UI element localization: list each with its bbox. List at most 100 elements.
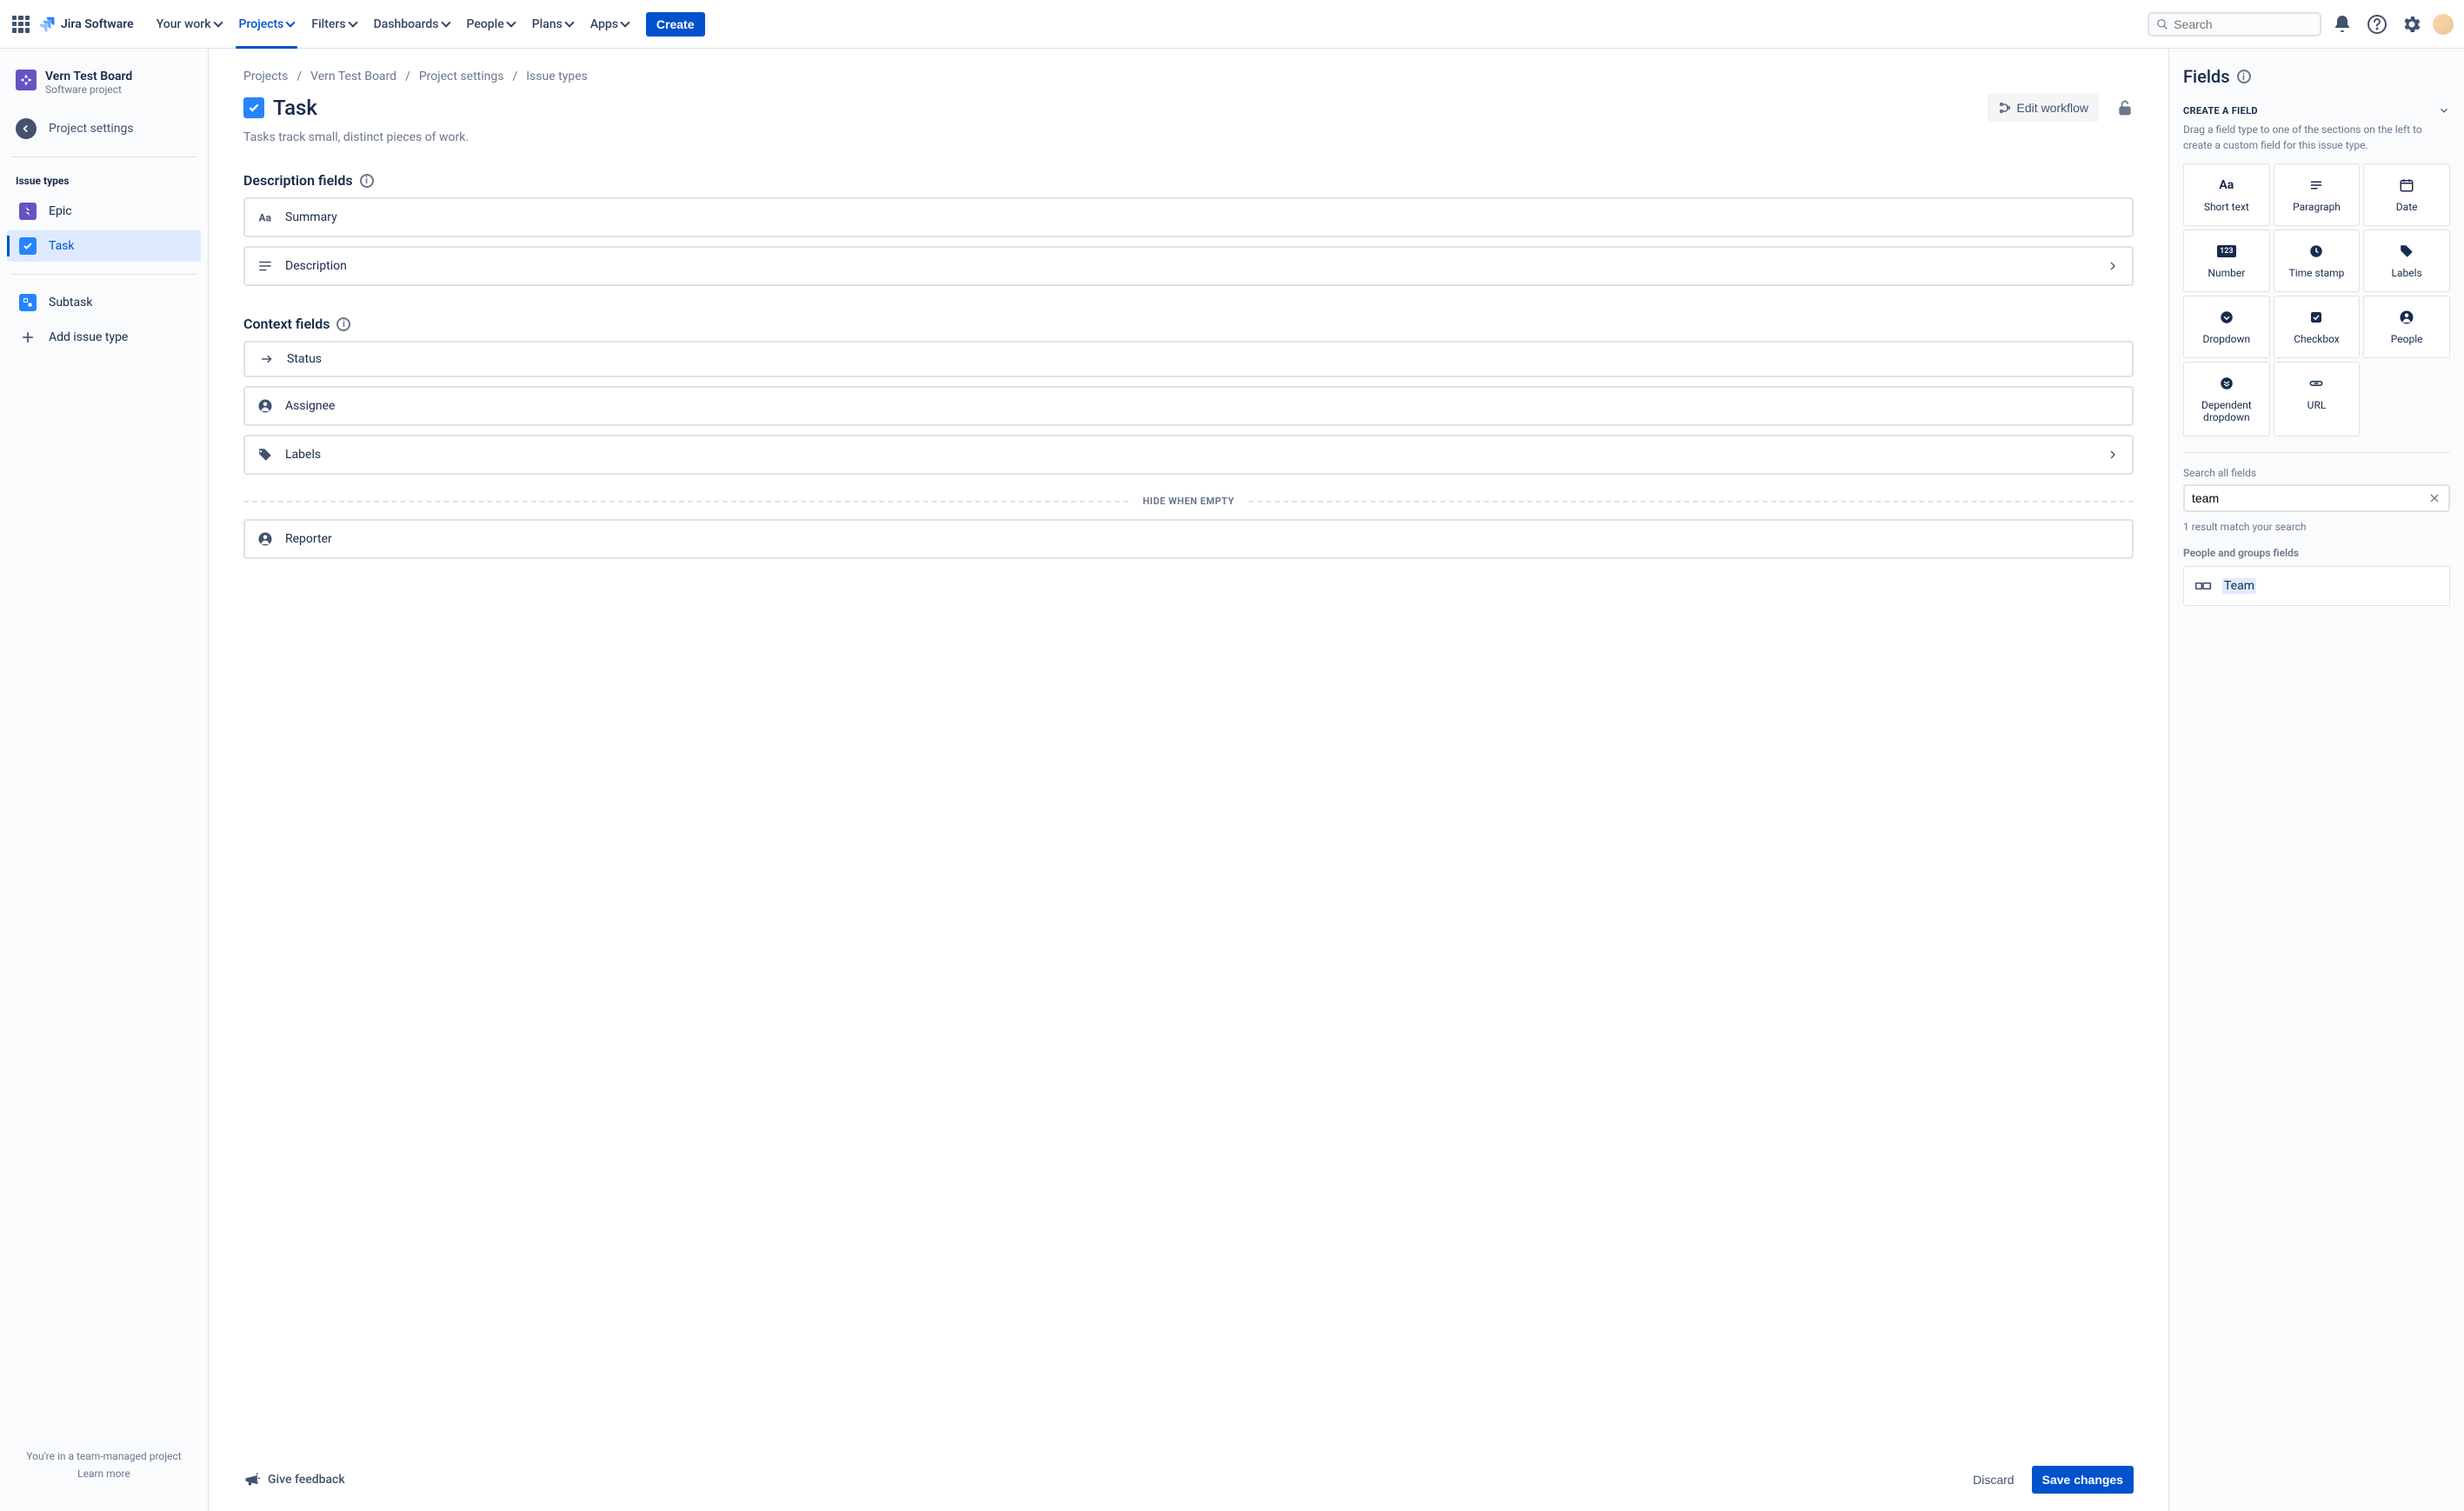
back-project-settings[interactable]: Project settings — [7, 111, 201, 146]
nav-your-work[interactable]: Your work — [150, 0, 229, 49]
nav-links: Your work Projects Filters Dashboards Pe… — [150, 0, 636, 49]
user-avatar[interactable] — [2433, 14, 2454, 35]
sidebar-divider — [10, 156, 197, 157]
sidebar-item-subtask[interactable]: Subtask — [7, 287, 201, 318]
breadcrumbs: Projects/ Vern Test Board/ Project setti… — [243, 70, 2134, 83]
chevron-right-icon — [2106, 259, 2120, 273]
breadcrumb-item[interactable]: Vern Test Board — [310, 70, 396, 83]
breadcrumb-item[interactable]: Projects — [243, 70, 288, 83]
global-search[interactable] — [2148, 12, 2321, 37]
nav-filters[interactable]: Filters — [304, 0, 363, 49]
info-icon[interactable]: i — [360, 174, 374, 188]
save-changes-button[interactable]: Save changes — [2032, 1466, 2134, 1494]
lock-icon[interactable] — [2116, 99, 2134, 116]
field-description[interactable]: Description — [243, 246, 2134, 286]
project-icon — [16, 70, 37, 90]
text-icon: Aa — [2218, 176, 2235, 194]
page-title: Task — [273, 96, 1979, 120]
svg-text:Aa: Aa — [259, 212, 272, 224]
create-field-heading: CREATE A FIELD — [2183, 105, 2258, 116]
field-type-short-text[interactable]: AaShort text — [2183, 163, 2270, 226]
field-type-labels[interactable]: Labels — [2363, 230, 2450, 292]
dependent-dropdown-icon — [2218, 375, 2235, 392]
info-icon[interactable]: i — [2237, 70, 2251, 83]
search-fields-input-wrapper[interactable] — [2183, 484, 2450, 512]
create-button[interactable]: Create — [646, 12, 705, 37]
discard-button[interactable]: Discard — [1962, 1466, 2024, 1494]
clear-icon[interactable] — [2427, 491, 2441, 505]
jira-logo[interactable]: Jira Software — [37, 14, 134, 35]
chevron-down-icon[interactable] — [2438, 104, 2450, 116]
workflow-icon — [1998, 101, 2012, 115]
chevron-down-icon — [286, 17, 296, 27]
edit-workflow-button[interactable]: Edit workflow — [1988, 94, 2099, 122]
give-feedback-button[interactable]: Give feedback — [243, 1471, 345, 1488]
create-field-hint: Drag a field type to one of the sections… — [2183, 122, 2450, 153]
field-type-checkbox[interactable]: Checkbox — [2274, 296, 2361, 358]
nav-people[interactable]: People — [460, 0, 522, 49]
field-assignee[interactable]: Assignee — [243, 386, 2134, 426]
megaphone-icon — [243, 1471, 261, 1488]
person-icon — [2398, 309, 2415, 326]
sidebar-item-task[interactable]: Task — [7, 230, 201, 262]
field-reporter[interactable]: Reporter — [243, 519, 2134, 559]
nav-projects[interactable]: Projects — [232, 0, 302, 49]
field-group-heading: People and groups fields — [2183, 547, 2450, 559]
panel-title: Fields — [2183, 66, 2230, 87]
breadcrumb-item[interactable]: Project settings — [419, 70, 504, 83]
app-switcher-icon[interactable] — [10, 14, 31, 35]
person-icon — [257, 531, 273, 547]
tag-icon — [257, 447, 273, 463]
field-summary[interactable]: Aa Summary — [243, 197, 2134, 237]
subtask-icon — [19, 294, 37, 311]
sidebar-add-issue-type[interactable]: Add issue type — [7, 322, 201, 353]
field-status[interactable]: Status — [243, 341, 2134, 377]
sidebar-item-epic[interactable]: Epic — [7, 196, 201, 227]
search-fields-label: Search all fields — [2183, 467, 2450, 479]
project-name: Vern Test Board — [45, 70, 132, 83]
help-icon[interactable] — [2363, 10, 2391, 38]
section-heading-description: Description fields — [243, 172, 353, 189]
nav-plans[interactable]: Plans — [525, 0, 580, 49]
fields-panel: Fields i CREATE A FIELD Drag a field typ… — [2168, 49, 2464, 1511]
chevron-down-icon — [506, 17, 516, 27]
field-labels[interactable]: Labels — [243, 435, 2134, 475]
search-icon — [2156, 17, 2168, 31]
field-type-people[interactable]: People — [2363, 296, 2450, 358]
field-icon — [2194, 577, 2212, 595]
sidebar-footer-hint: You're in a team-managed project — [17, 1450, 190, 1462]
tag-icon — [2398, 243, 2415, 260]
project-sidebar: Vern Test Board Software project Project… — [0, 49, 209, 1511]
settings-icon[interactable] — [2398, 10, 2426, 38]
search-fields-input[interactable] — [2192, 491, 2427, 505]
info-icon[interactable]: i — [336, 317, 350, 331]
field-type-url[interactable]: URL — [2274, 362, 2361, 436]
top-nav: Jira Software Your work Projects Filters… — [0, 0, 2464, 49]
panel-divider — [2183, 452, 2450, 453]
checkbox-icon — [2308, 309, 2325, 326]
field-type-dropdown[interactable]: Dropdown — [2183, 296, 2270, 358]
hide-when-empty-divider: HIDE WHEN EMPTY — [243, 496, 2134, 507]
task-icon — [243, 97, 264, 118]
notifications-icon[interactable] — [2328, 10, 2356, 38]
field-type-number[interactable]: 123Number — [2183, 230, 2270, 292]
field-type-timestamp[interactable]: Time stamp — [2274, 230, 2361, 292]
person-icon — [257, 398, 273, 414]
search-result-count: 1 result match your search — [2183, 521, 2450, 533]
learn-more-link[interactable]: Learn more — [17, 1468, 190, 1480]
chevron-down-icon — [564, 17, 574, 27]
project-type: Software project — [45, 83, 132, 96]
chevron-down-icon — [620, 17, 629, 27]
nav-apps[interactable]: Apps — [583, 0, 636, 49]
search-input[interactable] — [2174, 17, 2313, 31]
text-icon: Aa — [257, 210, 273, 225]
breadcrumb-item[interactable]: Issue types — [526, 70, 588, 83]
field-result-team[interactable]: Team — [2183, 566, 2450, 606]
issue-type-description: Tasks track small, distinct pieces of wo… — [243, 130, 2134, 144]
field-type-dependent-dropdown[interactable]: Dependent dropdown — [2183, 362, 2270, 436]
plus-icon — [19, 329, 37, 346]
field-type-date[interactable]: Date — [2363, 163, 2450, 226]
paragraph-icon — [257, 258, 273, 274]
nav-dashboards[interactable]: Dashboards — [367, 0, 456, 49]
field-type-paragraph[interactable]: Paragraph — [2274, 163, 2361, 226]
